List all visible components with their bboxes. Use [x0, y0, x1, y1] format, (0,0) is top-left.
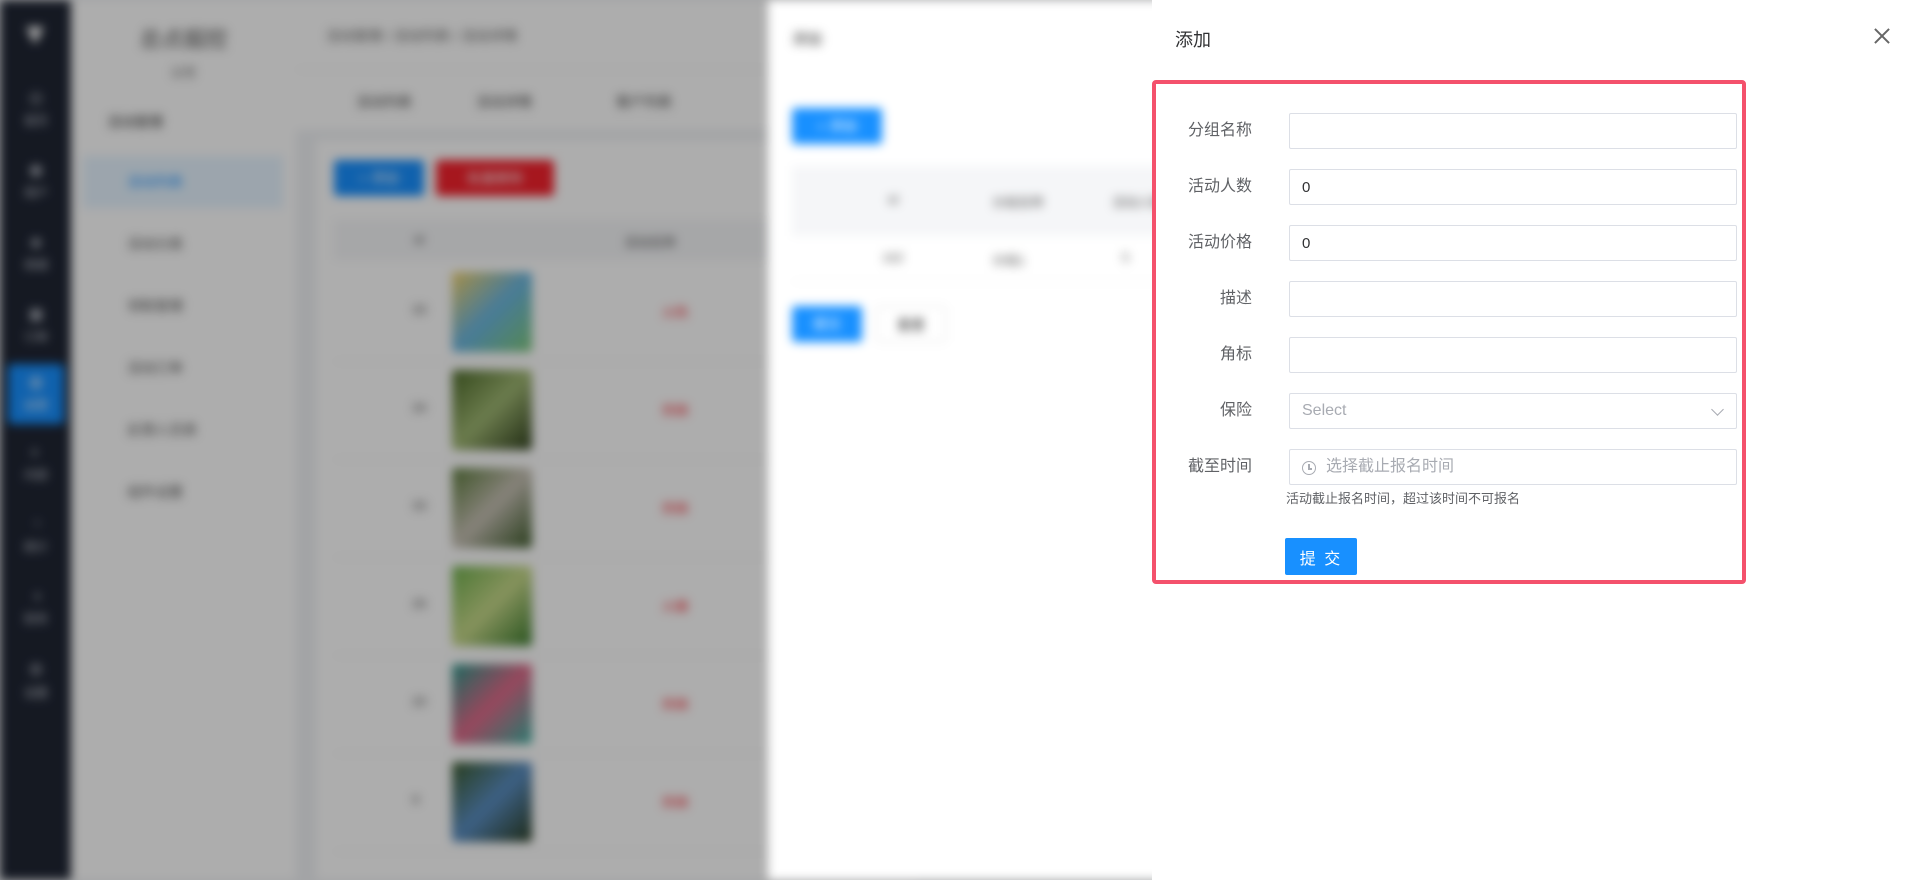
group-name-input[interactable] — [1289, 113, 1737, 149]
form-row-deadline: 截至时间 选择截止报名时间 — [1156, 448, 1746, 486]
participants-label: 活动人数 — [1187, 178, 1252, 195]
badge-label: 角标 — [1219, 346, 1252, 363]
form-row-participants: 活动人数 — [1156, 168, 1746, 206]
price-label: 活动价格 — [1187, 234, 1252, 251]
badge-input[interactable] — [1289, 337, 1737, 373]
add-group-form: 分组名称 活动人数 活动价格 描述 角标 保险 Select 截至时间 — [1152, 80, 1746, 584]
form-row-price: 活动价格 — [1156, 224, 1746, 262]
column-group-name: 分组名称 — [992, 195, 1045, 210]
drawer-title: 添加 — [1175, 30, 1211, 50]
insurance-label: 保险 — [1219, 402, 1252, 419]
description-input[interactable] — [1289, 281, 1737, 317]
add-group-button[interactable]: + 添加 — [792, 108, 882, 144]
drawer-title: 添加 — [792, 31, 823, 48]
group-name-label: 分组名称 — [1187, 122, 1252, 139]
clock-icon — [1302, 461, 1316, 475]
participants-input[interactable] — [1289, 169, 1737, 205]
description-label: 描述 — [1219, 290, 1252, 307]
deadline-placeholder: 选择截止报名时间 — [1326, 458, 1455, 475]
form-row-description: 描述 — [1156, 280, 1746, 318]
deadline-datepicker[interactable]: 选择截止报名时间 — [1289, 449, 1737, 485]
insurance-select[interactable]: Select — [1289, 393, 1737, 429]
deadline-help-text: 活动截止报名时间，超过该时间不可报名 — [1286, 491, 1521, 506]
close-icon[interactable] — [1868, 22, 1896, 50]
form-row-group-name: 分组名称 — [1156, 112, 1746, 150]
form-row-insurance: 保险 Select — [1156, 392, 1746, 430]
submit-button[interactable]: 提 交 — [1285, 538, 1357, 575]
submit-button[interactable]: 提交 — [792, 306, 862, 342]
add-group-drawer: 添加 分组名称 活动人数 活动价格 描述 角标 保险 Select — [1152, 0, 1919, 880]
form-row-badge: 角标 — [1156, 336, 1746, 374]
reset-button[interactable]: 重置 — [876, 306, 946, 342]
column-id: id — [888, 192, 899, 207]
deadline-label: 截至时间 — [1187, 458, 1252, 475]
price-input[interactable] — [1289, 225, 1737, 261]
insurance-placeholder: Select — [1302, 402, 1347, 419]
chevron-down-icon — [1711, 403, 1724, 416]
